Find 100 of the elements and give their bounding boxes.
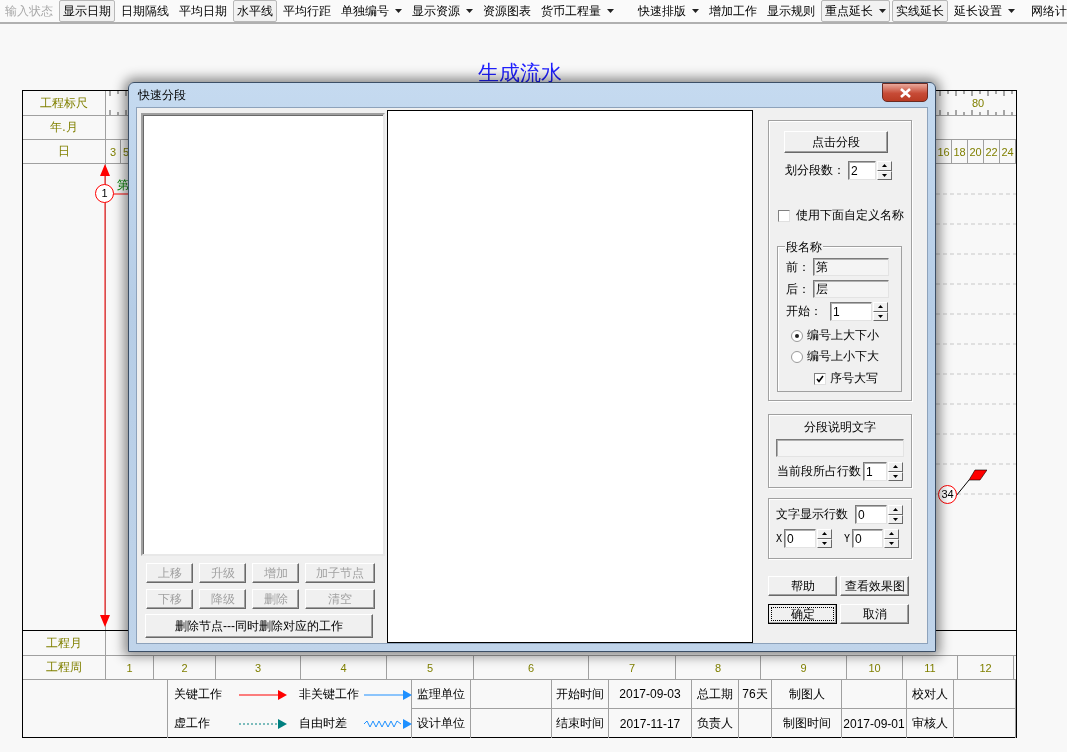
spin-down-button[interactable] [873,311,888,321]
dialog-button[interactable]: 帮助 [768,576,837,596]
checkmark-icon [816,374,824,383]
radio-button[interactable] [791,329,803,342]
day-number: 24 [1001,145,1014,158]
info-value: 76天 [742,685,768,703]
spin-up-button[interactable] [888,462,903,472]
week-number: 5 [426,661,434,674]
radio-dot [795,333,799,338]
field-label: 划分段数： [785,162,845,179]
row-header: 工程周 [46,659,82,676]
number-field[interactable]: 0 [852,529,884,548]
info-label: 制图人 [788,685,825,703]
toolbar-button[interactable]: 货币工程量 [537,0,618,22]
spin-down-button[interactable] [884,538,900,548]
week-number: 11 [924,661,936,674]
checkbox-label: 序号大写 [830,370,878,387]
week-number: 10 [868,661,881,674]
toolbar-button[interactable]: 重点延长 [821,0,890,22]
toolbar-button[interactable]: 平均日期 [175,0,231,22]
toolbar-button[interactable]: 单独编号 [337,0,406,22]
day-number: 20 [969,145,982,158]
field-label: 文字显示行数 [776,506,848,523]
day-number: 3 [109,145,117,158]
caret-icon [692,9,699,13]
scale-label: 80 [972,97,985,109]
toolbar-button[interactable]: 水平线 [233,0,277,22]
flag-icon [955,469,987,496]
caret-icon [879,9,886,13]
caret-up-icon [893,508,898,512]
day-number: 18 [953,145,966,158]
number-field[interactable]: 1 [830,302,872,321]
text-field[interactable]: 层 [813,280,889,298]
checkbox[interactable] [814,372,826,385]
spin-up-button[interactable] [884,529,900,539]
group-title: 分段说明文字 [804,419,876,436]
toolbar-button[interactable]: 显示资源 [408,0,477,22]
close-icon [899,87,911,98]
number-field[interactable]: 2 [848,161,876,180]
spin-up-button[interactable] [873,302,888,312]
toolbar-button[interactable]: 网络计 [1027,0,1067,22]
week-number: 8 [714,661,722,674]
legend-label: 非关键工作 [299,686,360,703]
caret-up-icon [878,305,883,309]
toolbar-button[interactable]: 增加工作 [705,0,761,22]
work-label: 第 [117,177,129,194]
text-field[interactable]: 第 [813,258,889,276]
week-number: 2 [181,661,188,674]
text-field[interactable] [776,439,904,457]
dialog-button[interactable]: 确定 [768,604,837,624]
number-field[interactable]: 1 [863,462,887,481]
info-label: 制图时间 [782,715,831,732]
radio-button[interactable] [791,350,803,363]
number-field[interactable]: 0 [855,505,887,524]
week-number: 9 [800,661,807,674]
field-label: 当前段所占行数 [777,463,861,480]
chart-title: 生成流水 [477,60,562,86]
spin-down-button[interactable] [877,170,892,180]
close-button[interactable] [882,83,928,102]
toolbar-button[interactable]: 快速排版 [634,0,703,22]
checkbox[interactable] [778,209,790,222]
caret-down-icon [822,541,828,545]
info-value: 2017-11-17 [619,716,681,731]
spin-down-button[interactable] [888,514,903,524]
legend-label: 关键工作 [174,686,223,703]
caret-up-icon [889,532,895,536]
caret-up-icon [893,465,898,469]
week-number: 1 [126,661,133,674]
toolbar-button[interactable]: 延长设置 [950,0,1019,22]
field-label: 前： [786,258,810,276]
caret-icon [395,9,402,13]
caret-icon [466,9,473,13]
node-circle: 34 [938,485,957,504]
toolbar-button[interactable]: 实线延长 [892,0,948,22]
spin-down-button[interactable] [888,471,903,481]
row-header: 工程月 [46,634,82,652]
caret-down-icon [889,541,895,545]
spin-down-button[interactable] [817,538,833,548]
toolbar-button[interactable]: 平均行距 [279,0,335,22]
delete-node-button[interactable]: 删除节点---同时删除对应的工作 [145,614,373,638]
toolbar-button[interactable]: 显示日期 [59,0,115,22]
day-number: 22 [985,145,998,158]
info-label: 审核人 [912,715,948,732]
caret-down-icon [882,173,887,177]
caret-up-icon [882,164,887,168]
dialog-button[interactable]: 查看效果图 [840,576,909,596]
toolbar-button[interactable]: 日期隔线 [117,0,173,22]
caret-icon [607,9,614,13]
number-field[interactable]: 0 [784,529,817,548]
toolbar-button[interactable]: 显示规则 [763,0,819,22]
split-button[interactable]: 点击分段 [784,131,888,153]
toolbar-button[interactable]: 资源图表 [479,0,535,22]
spin-up-button[interactable] [817,529,833,539]
dialog-button[interactable]: 取消 [840,604,909,624]
info-label: 设计单位 [417,715,465,732]
row-header: 日 [58,143,70,160]
spin-up-button[interactable] [888,505,903,515]
ruler-ticks [106,91,129,115]
spin-up-button[interactable] [877,161,892,171]
field-label: 后： [786,280,810,298]
